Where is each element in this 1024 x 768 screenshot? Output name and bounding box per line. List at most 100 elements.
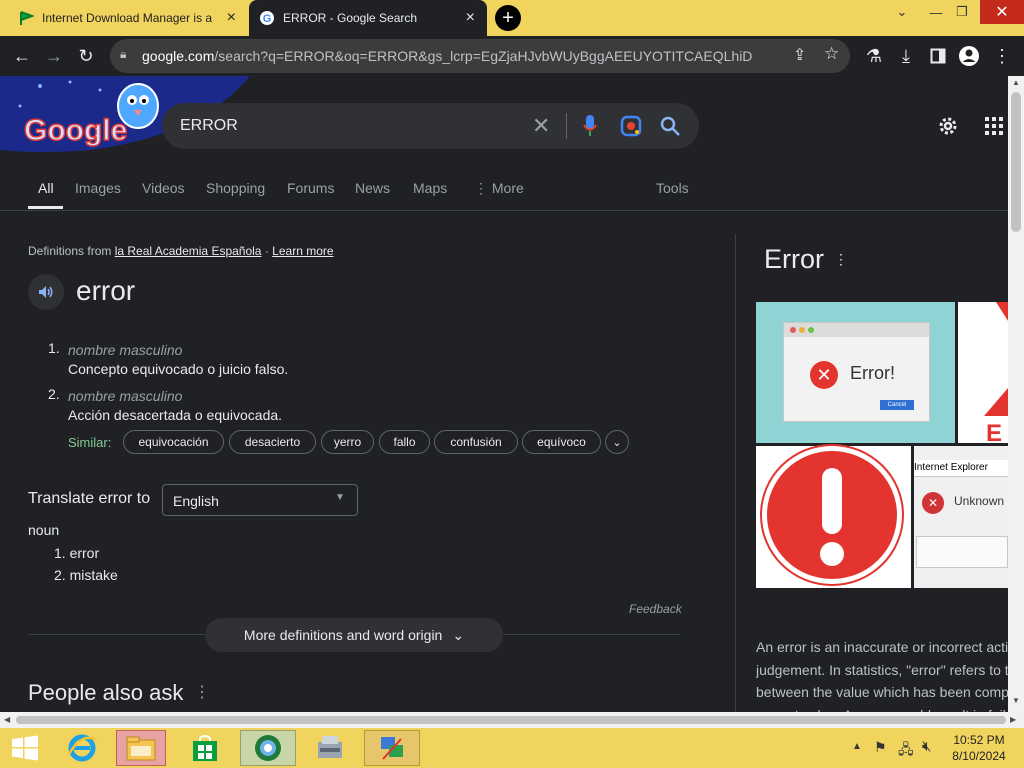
tab-tools[interactable]: Tools <box>656 180 689 196</box>
network-app-icon[interactable] <box>364 730 420 766</box>
knowledge-panel-title: Error <box>764 244 824 274</box>
translate-language-select[interactable]: English ▼ <box>162 484 358 516</box>
profile-avatar-icon[interactable] <box>957 44 981 68</box>
url-domain: google.com <box>142 48 215 64</box>
start-button[interactable] <box>0 730 50 766</box>
tab-google-search[interactable]: G ERROR - Google Search × <box>249 0 487 36</box>
vertical-scroll-thumb[interactable] <box>1011 92 1021 232</box>
volume-muted-icon[interactable]: 🔇︎ <box>922 738 931 755</box>
vertical-scrollbar[interactable]: ▲ ▼ <box>1008 76 1024 712</box>
page-content: Google ERROR ✕ All Images Videos Shoppin… <box>0 76 1008 712</box>
search-box-divider <box>566 113 567 139</box>
tab-maps[interactable]: Maps <box>413 180 447 196</box>
windows-taskbar: ▲ ⚑ 🖧︎ 🔇︎ 10:52 PM 8/10/2024 <box>0 728 1024 768</box>
warning-sign-image[interactable]: E <box>958 302 1008 447</box>
translate-label: Translate error to <box>28 490 151 507</box>
error-dialog-image[interactable]: ✕ Error! Cancel <box>756 302 955 443</box>
definition-number: 2. <box>48 386 60 402</box>
share-icon[interactable]: ⇪ <box>793 45 806 65</box>
show-hidden-icons[interactable]: ▲ <box>852 741 862 752</box>
svg-text:G: G <box>263 13 272 25</box>
similar-chip[interactable]: equívoco <box>522 430 601 454</box>
action-center-flag-icon[interactable]: ⚑ <box>874 739 887 756</box>
search-input[interactable]: ERROR <box>180 117 238 135</box>
tab-idm[interactable]: Internet Download Manager is a × <box>8 0 248 36</box>
back-icon[interactable]: ← <box>10 44 34 68</box>
close-window-button[interactable]: ✕ <box>980 0 1024 24</box>
network-icon[interactable]: 🖧︎ <box>898 739 914 763</box>
system-clock[interactable]: 10:52 PM 8/10/2024 <box>944 732 1014 764</box>
definition-text: Concepto equivocado o juicio falso. <box>68 361 289 377</box>
scroll-up-icon[interactable]: ▲ <box>1012 78 1020 87</box>
file-explorer-icon[interactable] <box>116 730 166 766</box>
store-icon[interactable] <box>180 730 230 766</box>
chrome-taskbar-icon[interactable] <box>240 730 296 766</box>
url-text[interactable]: google.com/search?q=ERROR&oq=ERROR&gs_lc… <box>142 48 752 64</box>
settings-gear-icon[interactable] <box>936 114 960 138</box>
new-tab-button[interactable]: + <box>495 5 521 31</box>
dictionary-word: error <box>76 275 136 306</box>
similar-chip[interactable]: equivocación <box>123 430 224 454</box>
horizontal-scroll-thumb[interactable] <box>16 716 1006 724</box>
similar-label: Similar: <box>68 435 112 450</box>
scroll-right-icon[interactable]: ▶ <box>1010 715 1016 724</box>
definition-number: 1. <box>48 340 60 356</box>
close-tab-icon[interactable]: × <box>466 10 475 26</box>
definitions-source: Definitions from la Real Academia Españo… <box>28 244 334 258</box>
close-tab-icon[interactable]: × <box>227 10 236 26</box>
url-path: /search?q=ERROR&oq=ERROR&gs_lcrp=EgZjaHJ… <box>214 48 752 64</box>
reload-icon[interactable]: ↻ <box>74 44 98 68</box>
more-options-icon[interactable]: ⋮ <box>194 682 210 702</box>
address-bar[interactable]: 🔒︎ google.com/search?q=ERROR&oq=ERROR&gs… <box>110 39 850 73</box>
forward-icon[interactable]: → <box>42 44 66 68</box>
chevron-down-icon: ⌄ <box>452 626 465 643</box>
similar-chip[interactable]: yerro <box>321 430 374 454</box>
lock-icon: 🔒︎ <box>120 47 127 61</box>
tab-news[interactable]: News <box>355 180 390 196</box>
feedback-link[interactable]: Feedback <box>629 602 682 616</box>
labs-flask-icon[interactable]: ⚗ <box>862 44 886 68</box>
google-apps-icon[interactable] <box>984 116 1004 136</box>
tab-more[interactable]: ⋮ More <box>474 180 524 197</box>
horizontal-scrollbar[interactable]: ◀ ▶ <box>0 712 1024 728</box>
expand-similar-icon[interactable]: ⌄ <box>605 430 629 454</box>
search-box[interactable]: ERROR ✕ <box>162 103 699 149</box>
tab-all[interactable]: All <box>38 180 54 196</box>
browser-menu-icon[interactable]: ⋮ <box>990 44 1014 68</box>
tab-forums[interactable]: Forums <box>287 180 334 196</box>
clear-search-icon[interactable]: ✕ <box>532 113 550 139</box>
similar-chip[interactable]: confusión <box>434 430 518 454</box>
learn-more-link[interactable]: Learn more <box>272 244 333 258</box>
exclamation-image[interactable] <box>756 446 911 588</box>
tab-videos[interactable]: Videos <box>142 180 185 196</box>
more-definitions-button[interactable]: More definitions and word origin ⌄ <box>205 618 503 652</box>
internet-explorer-icon[interactable] <box>57 730 107 766</box>
description-line: between the value which has been comp <box>756 684 1008 700</box>
scroll-left-icon[interactable]: ◀ <box>4 715 10 724</box>
source-prefix: Definitions from <box>28 244 112 258</box>
similar-chip[interactable]: fallo <box>379 430 430 454</box>
side-panel-icon[interactable] <box>926 44 950 68</box>
windows-logo-icon <box>12 735 38 761</box>
idm-flag-icon <box>20 11 34 25</box>
pronunciation-button[interactable] <box>28 274 64 310</box>
clock-time: 10:52 PM <box>953 733 1005 747</box>
voice-search-icon[interactable] <box>582 114 598 138</box>
dialog-error-text: Error! <box>850 363 895 383</box>
bookmark-star-icon[interactable]: ☆ <box>824 44 839 64</box>
tab-images[interactable]: Images <box>75 180 121 196</box>
ie-error-image[interactable]: Internet Explorer ✕ Unknown <box>914 446 1008 588</box>
restore-button[interactable]: ❐ <box>946 0 978 24</box>
description-line: An error is an inaccurate or incorrect a… <box>756 639 1008 655</box>
scroll-down-icon[interactable]: ▼ <box>1012 696 1020 705</box>
panel-more-icon[interactable]: ⋮ <box>834 251 848 268</box>
lens-search-icon[interactable] <box>620 115 642 137</box>
tab-search-icon[interactable]: ⌄ <box>886 0 918 24</box>
tab-shopping[interactable]: Shopping <box>206 180 265 196</box>
knowledge-panel-images[interactable]: ✕ Error! Cancel E Internet Explorer ✕ Un… <box>756 302 1008 588</box>
source-link[interactable]: la Real Academia Española <box>115 244 262 258</box>
similar-chip[interactable]: desacierto <box>229 430 316 454</box>
idm-taskbar-icon[interactable] <box>302 730 358 766</box>
download-icon[interactable]: ⤓ <box>894 44 918 68</box>
search-submit-icon[interactable] <box>659 115 681 137</box>
